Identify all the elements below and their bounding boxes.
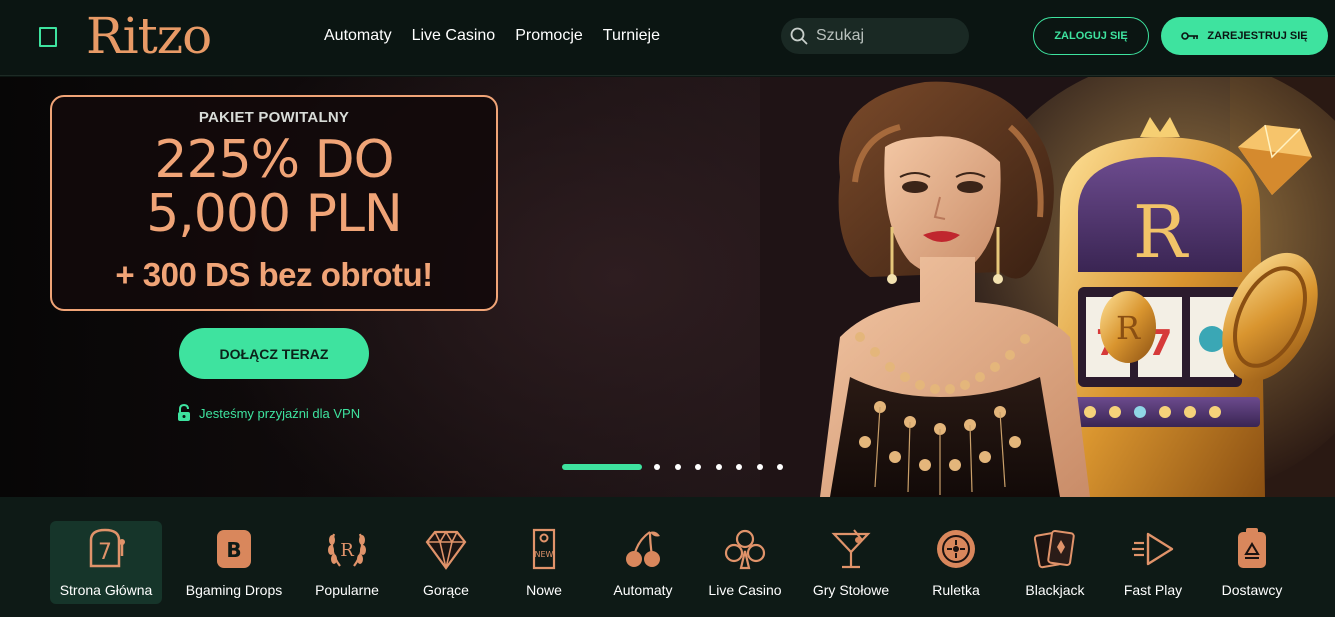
category-bar: 7 Strona Główna B Bgaming Drops R Popula… [0,497,1335,617]
carousel-dot-active[interactable] [562,464,642,470]
category-label: Bgaming Drops [185,582,283,598]
carousel-dot[interactable] [736,464,742,470]
search-icon [790,27,808,45]
category-label: Automaty [613,582,673,598]
category-label: Fast Play [1123,582,1183,598]
nav-turnieje[interactable]: Turnieje [603,25,660,47]
carousel-dot[interactable] [654,464,660,470]
svg-text:R: R [340,540,354,561]
register-button[interactable]: ZAREJESTRUJ SIĘ [1161,17,1328,55]
welcome-offer-box: PAKIET POWITALNY 225% DO 5,000 PLN + 300… [50,95,498,311]
promo-headline-1: 225% DO [154,130,394,190]
category-label: Popularne [315,582,379,598]
hero-banner: R 7 7 R [0,77,1335,497]
nav-automaty[interactable]: Automaty [324,25,392,47]
category-label: Gorące [423,582,469,598]
category-label: Nowe [526,582,562,598]
roulette-icon [937,530,975,568]
fast-play-icon [1132,532,1174,566]
lock-icon [178,404,190,421]
category-strona-glowna[interactable]: 7 Strona Główna [50,521,162,604]
category-label: Ruletka [932,582,980,598]
vpn-notice: Jesteśmy przyjaźni dla VPN [177,404,360,422]
category-label: Strona Główna [59,582,153,598]
category-popularne[interactable]: R Popularne [297,521,397,604]
carousel-dot[interactable] [695,464,701,470]
category-automaty[interactable]: Automaty [604,521,682,604]
club-icon [724,529,766,570]
vpn-text: Jesteśmy przyjaźni dla VPN [199,405,361,421]
search-input[interactable] [816,18,961,54]
category-live-casino[interactable]: Live Casino [703,521,787,604]
svg-text:R: R [1116,309,1141,347]
category-label: Gry Stołowe [812,582,890,598]
register-label: ZAREJESTRUJ SIĘ [1207,30,1308,42]
cherries-icon [626,531,660,567]
category-nowe[interactable]: NEW Nowe [510,521,578,604]
cocktail-icon [831,529,871,569]
promo-headline-3: + 300 DS bez obrotu! [115,256,433,293]
category-label: Blackjack [1025,582,1085,598]
svg-text:B: B [226,538,241,562]
provider-icon [1238,528,1266,568]
nav-live-casino[interactable]: Live Casino [412,25,496,47]
category-label: Dostawcy [1221,582,1283,598]
logo[interactable]: Ritzo [86,4,212,68]
search-box [781,18,969,54]
category-dostawcy[interactable]: Dostawcy [1212,521,1292,604]
new-tag-icon: NEW [532,528,556,570]
category-ruletka[interactable]: Ruletka [920,521,992,604]
category-bgaming-drops[interactable]: B Bgaming Drops [178,521,290,604]
carousel-dot[interactable] [777,464,783,470]
laurel-icon: R [328,533,366,567]
hero-illustration: R 7 7 R [760,77,1335,497]
category-gry-stolowe[interactable]: Gry Stołowe [806,521,896,604]
cards-icon [1033,530,1075,569]
promo-headline-2: 5,000 PLN [146,184,403,244]
site-header: Ritzo Automaty Live Casino Promocje Turn… [0,0,1335,76]
category-fast-play[interactable]: Fast Play [1116,521,1190,604]
carousel-dot[interactable] [756,464,763,470]
category-label: Live Casino [708,582,782,598]
carousel-dot[interactable] [715,464,722,470]
svg-text:7: 7 [98,540,112,565]
category-blackjack[interactable]: Blackjack [1016,521,1094,604]
carousel-dot[interactable] [674,464,681,470]
svg-text:R: R [1133,190,1189,274]
key-icon [1181,32,1199,40]
svg-text:NEW: NEW [535,550,554,559]
nav-promocje[interactable]: Promocje [515,25,583,47]
b-badge-icon: B [217,530,251,568]
diamond-icon [425,530,467,570]
join-now-button[interactable]: DOŁĄCZ TERAZ [179,328,369,379]
main-nav: Automaty Live Casino Promocje Turnieje [324,25,680,47]
category-gorace[interactable]: Gorące [408,521,484,604]
menu-toggle-icon[interactable] [39,27,57,47]
promo-eyebrow: PAKIET POWITALNY [198,109,350,126]
carousel-dots [562,464,798,470]
slot-seven-icon: 7 [89,528,125,568]
login-button[interactable]: ZALOGUJ SIĘ [1033,17,1149,55]
